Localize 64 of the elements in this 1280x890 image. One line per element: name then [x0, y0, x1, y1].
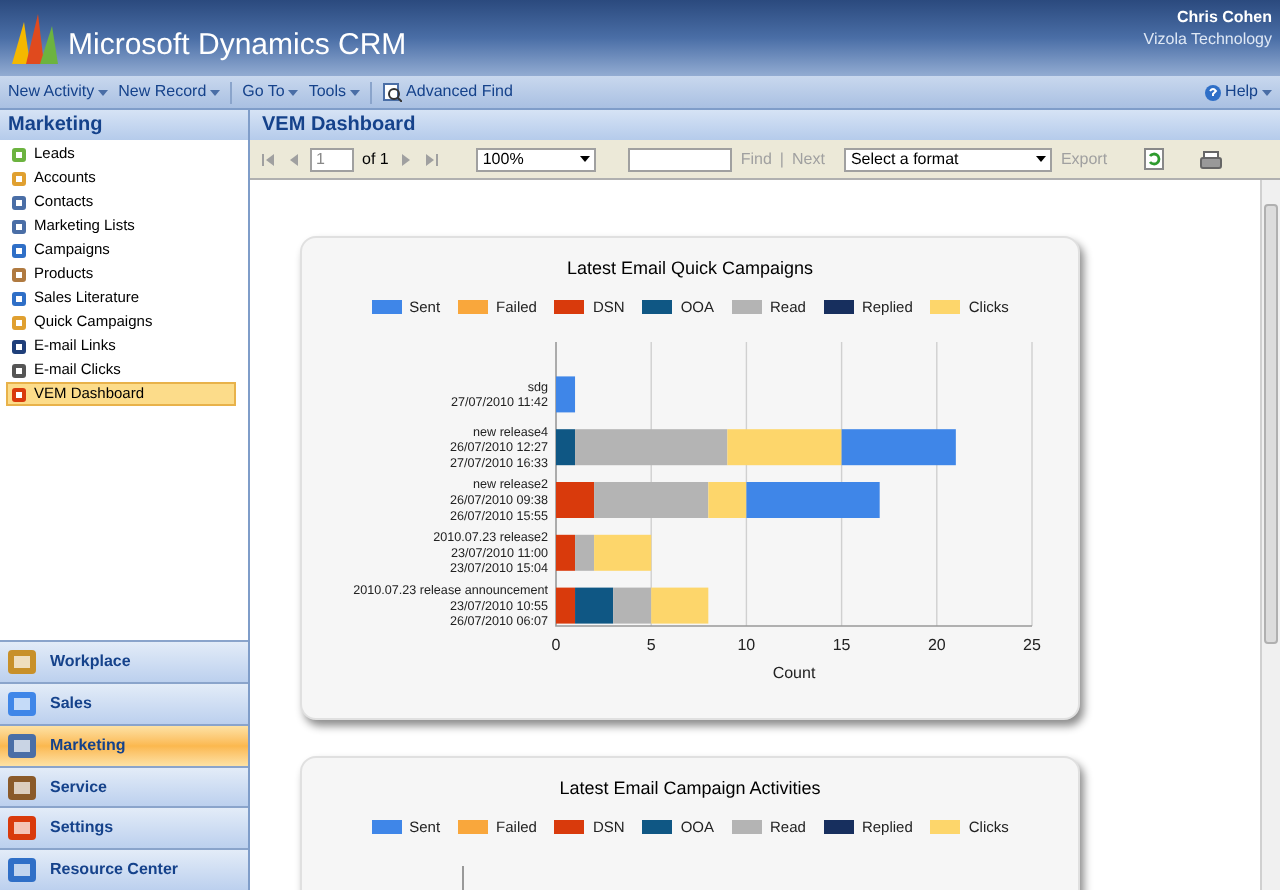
menu-button[interactable]: Tools	[308, 80, 361, 104]
page-title: VEM Dashboard	[250, 110, 1280, 140]
arrow-icon	[423, 151, 440, 167]
tick-label: 25	[1023, 635, 1041, 654]
product-title: Microsoft Dynamics CRM	[68, 30, 407, 66]
section-title: Marketing	[0, 110, 248, 140]
nav-button[interactable]: Resource Center	[0, 848, 248, 890]
refresh-button[interactable]	[1143, 148, 1164, 170]
chart-title: Latest Email Quick Campaigns	[566, 256, 814, 282]
caret-icon	[350, 89, 361, 95]
format-dropdown[interactable]: Select a format	[844, 147, 1053, 171]
organization-name: Vizola Technology	[1143, 28, 1272, 50]
tick-label: 10	[737, 635, 756, 654]
nav-button[interactable]: Sales	[0, 682, 248, 724]
menu-button[interactable]: Go To	[242, 80, 299, 104]
bar	[556, 375, 576, 412]
page-count: of 1	[362, 147, 389, 171]
bar	[841, 428, 956, 465]
help-icon	[1203, 83, 1222, 101]
toolbar-button[interactable]: Advanced Find	[382, 80, 513, 104]
refresh-icon	[1143, 148, 1164, 170]
menu-button[interactable]: New Record	[118, 80, 221, 104]
section-icon	[6, 856, 38, 885]
section-icon	[6, 731, 38, 760]
last-page-button[interactable]	[422, 150, 441, 168]
tick-label: 0	[551, 635, 561, 654]
caret-icon	[1036, 156, 1047, 162]
printer-icon	[1199, 149, 1222, 169]
nav-button[interactable]: Workplace	[0, 640, 248, 683]
next-page-button[interactable]	[396, 150, 415, 168]
caret-icon	[288, 89, 299, 95]
arrow-icon	[285, 151, 301, 167]
bar	[727, 428, 842, 465]
scrollbar[interactable]	[1260, 180, 1280, 890]
arrow-icon	[397, 151, 414, 167]
nav-button[interactable]: Settings	[0, 806, 248, 849]
caret-icon	[1262, 89, 1272, 95]
logo-icon	[8, 10, 60, 66]
section-icon	[6, 814, 38, 843]
tick-label: 5	[646, 635, 656, 654]
axis-title: Count	[772, 663, 816, 682]
section-icon	[6, 689, 38, 718]
zoom-dropdown[interactable]: 100%	[476, 147, 597, 171]
user-name: Chris Cohen	[1176, 6, 1272, 28]
caret-icon	[580, 156, 591, 162]
help-button[interactable]: Help	[1203, 80, 1272, 104]
bar	[556, 534, 576, 571]
nav-button[interactable]: Marketing	[0, 723, 248, 766]
find-field[interactable]	[628, 147, 733, 171]
page-field[interactable]: 1	[310, 147, 354, 171]
menu-button[interactable]: New Activity	[8, 80, 109, 104]
search-icon	[382, 82, 403, 102]
first-page-button[interactable]	[258, 150, 276, 168]
print-button[interactable]	[1199, 149, 1222, 169]
nav-button[interactable]: Service	[0, 765, 248, 807]
section-icon	[6, 648, 38, 677]
separator-text: |	[779, 147, 784, 171]
caret-icon	[98, 89, 109, 95]
caret-icon	[210, 89, 221, 95]
arrow-icon	[259, 151, 275, 167]
chart-title: Latest Email Campaign Activities	[559, 776, 821, 802]
section-icon	[6, 773, 38, 801]
tick-label: 15	[832, 635, 851, 654]
tick-label: 20	[927, 635, 946, 654]
